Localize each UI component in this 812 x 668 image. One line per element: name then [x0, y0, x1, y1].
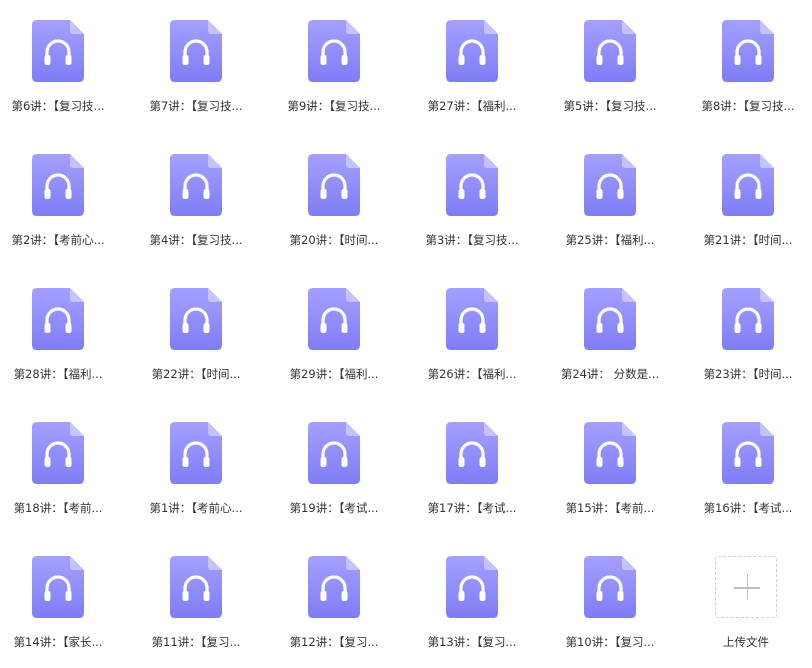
audio-file-icon: [170, 556, 222, 618]
file-tile[interactable]: 第24讲： 分数是...: [546, 270, 674, 390]
upload-button[interactable]: [715, 556, 777, 618]
file-tile[interactable]: 第8讲：【复习技...: [684, 2, 812, 122]
audio-file-icon: [170, 154, 222, 216]
upload-label: 上传文件: [723, 635, 769, 649]
audio-file-icon: [446, 20, 498, 82]
file-name: 第21讲：【时间...: [703, 233, 793, 247]
audio-file-icon: [722, 20, 774, 82]
audio-file-icon: [308, 288, 360, 350]
file-name: 第6讲：【复习技...: [11, 99, 105, 113]
file-name: 第27讲：【福利...: [427, 99, 517, 113]
file-tile[interactable]: 第4讲：【复习技...: [132, 136, 260, 256]
audio-file-icon: [446, 154, 498, 216]
audio-file-icon: [584, 288, 636, 350]
file-tile[interactable]: 第18讲：【考前...: [0, 404, 122, 524]
file-name: 第23讲：【时间...: [703, 367, 793, 381]
file-name: 第26讲：【福利...: [427, 367, 517, 381]
file-tile[interactable]: 第22讲：【时间...: [132, 270, 260, 390]
audio-file-icon: [446, 288, 498, 350]
audio-file-icon: [722, 154, 774, 216]
audio-file-icon: [170, 288, 222, 350]
file-tile[interactable]: 第20讲：【时间...: [270, 136, 398, 256]
file-tile[interactable]: 第19讲：【考试...: [270, 404, 398, 524]
file-grid: 第6讲：【复习技... 第7讲：【复习技... 第9讲：【复习技... 第27讲…: [0, 0, 812, 668]
file-name: 第14讲：【家长...: [13, 635, 103, 649]
file-name: 第10讲：【复习...: [565, 635, 655, 649]
audio-file-icon: [722, 288, 774, 350]
audio-file-icon: [308, 154, 360, 216]
file-tile[interactable]: 第12讲：【复习...: [270, 538, 398, 658]
file-name: 第1讲：【考前心...: [149, 501, 243, 515]
file-name: 第16讲：【考试...: [703, 501, 793, 515]
file-tile[interactable]: 第14讲：【家长...: [0, 538, 122, 658]
audio-file-icon: [722, 422, 774, 484]
audio-file-icon: [446, 422, 498, 484]
file-tile[interactable]: 第15讲：【考前...: [546, 404, 674, 524]
file-tile[interactable]: 第27讲：【福利...: [408, 2, 536, 122]
file-name: 第19讲：【考试...: [289, 501, 379, 515]
file-name: 第28讲：【福利...: [13, 367, 103, 381]
file-tile[interactable]: 第17讲：【考试...: [408, 404, 536, 524]
file-name: 第13讲：【复习...: [427, 635, 517, 649]
file-tile[interactable]: 第21讲：【时间...: [684, 136, 812, 256]
audio-file-icon: [32, 556, 84, 618]
file-name: 第11讲：【复习...: [151, 635, 241, 649]
file-name: 第29讲：【福利...: [289, 367, 379, 381]
file-name: 第22讲：【时间...: [151, 367, 241, 381]
file-name: 第8讲：【复习技...: [701, 99, 795, 113]
audio-file-icon: [32, 422, 84, 484]
file-name: 第7讲：【复习技...: [149, 99, 243, 113]
file-name: 第3讲：【复习技...: [425, 233, 519, 247]
file-tile[interactable]: 第6讲：【复习技...: [0, 2, 122, 122]
file-tile[interactable]: 第13讲：【复习...: [408, 538, 536, 658]
file-name: 第25讲：【福利...: [565, 233, 655, 247]
file-name: 第20讲：【时间...: [289, 233, 379, 247]
file-name: 第4讲：【复习技...: [149, 233, 243, 247]
audio-file-icon: [584, 20, 636, 82]
audio-file-icon: [32, 20, 84, 82]
file-tile[interactable]: 第5讲：【复习技...: [546, 2, 674, 122]
audio-file-icon: [584, 154, 636, 216]
audio-file-icon: [446, 556, 498, 618]
file-name: 第24讲： 分数是...: [560, 367, 660, 381]
audio-file-icon: [170, 422, 222, 484]
file-tile[interactable]: 第16讲：【考试...: [684, 404, 812, 524]
file-tile[interactable]: 第11讲：【复习...: [132, 538, 260, 658]
plus-icon: [716, 557, 776, 617]
file-name: 第9讲：【复习技...: [287, 99, 381, 113]
file-name: 第18讲：【考前...: [13, 501, 103, 515]
file-tile[interactable]: 第25讲：【福利...: [546, 136, 674, 256]
file-tile[interactable]: 第3讲：【复习技...: [408, 136, 536, 256]
audio-file-icon: [308, 422, 360, 484]
audio-file-icon: [308, 556, 360, 618]
file-name: 第15讲：【考前...: [565, 501, 655, 515]
file-name: 第5讲：【复习技...: [563, 99, 657, 113]
upload-tile[interactable]: 上传文件: [677, 538, 805, 658]
file-tile[interactable]: 第2讲：【考前心...: [0, 136, 122, 256]
audio-file-icon: [584, 556, 636, 618]
file-name: 第2讲：【考前心...: [11, 233, 105, 247]
audio-file-icon: [32, 154, 84, 216]
file-tile[interactable]: 第9讲：【复习技...: [270, 2, 398, 122]
file-name: 第17讲：【考试...: [427, 501, 517, 515]
file-tile[interactable]: 第10讲：【复习...: [546, 538, 674, 658]
file-tile[interactable]: 第29讲：【福利...: [270, 270, 398, 390]
file-tile[interactable]: 第23讲：【时间...: [684, 270, 812, 390]
file-name: 第12讲：【复习...: [289, 635, 379, 649]
audio-file-icon: [308, 20, 360, 82]
audio-file-icon: [170, 20, 222, 82]
file-tile[interactable]: 第26讲：【福利...: [408, 270, 536, 390]
file-tile[interactable]: 第1讲：【考前心...: [132, 404, 260, 524]
file-tile[interactable]: 第7讲：【复习技...: [132, 2, 260, 122]
audio-file-icon: [584, 422, 636, 484]
audio-file-icon: [32, 288, 84, 350]
file-tile[interactable]: 第28讲：【福利...: [0, 270, 122, 390]
